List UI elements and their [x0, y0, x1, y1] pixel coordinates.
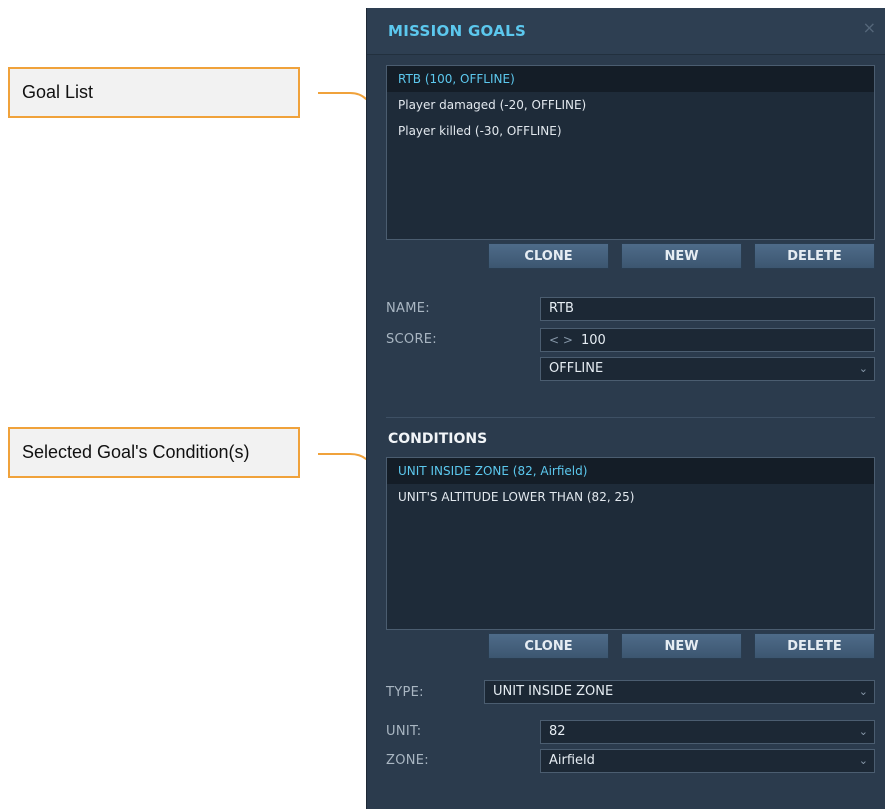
- score-mode-dropdown[interactable]: OFFLINE ⌄: [540, 357, 875, 381]
- score-mode-value: OFFLINE: [549, 361, 604, 376]
- zone-label: ZONE:: [386, 753, 429, 768]
- condition-delete-button[interactable]: DELETE: [754, 633, 875, 659]
- callout-goal-list: Goal List: [8, 67, 300, 118]
- goal-list-item[interactable]: Player damaged (-20, OFFLINE): [387, 92, 874, 118]
- zone-dropdown[interactable]: Airfield ⌄: [540, 749, 875, 773]
- goal-new-button[interactable]: NEW: [621, 243, 742, 269]
- condition-list-item[interactable]: UNIT'S ALTITUDE LOWER THAN (82, 25): [387, 484, 874, 510]
- conditions-heading: CONDITIONS: [388, 431, 488, 447]
- panel-titlebar: MISSION GOALS ×: [367, 8, 885, 55]
- name-label: NAME:: [386, 301, 430, 316]
- condition-list[interactable]: UNIT INSIDE ZONE (82, Airfield) UNIT'S A…: [386, 457, 875, 630]
- section-divider: [386, 417, 875, 418]
- zone-value: Airfield: [549, 753, 595, 768]
- callout-conditions-label: Selected Goal's Condition(s): [22, 442, 250, 462]
- score-stepper[interactable]: < > 100: [540, 328, 875, 352]
- goal-button-row: CLONE NEW DELETE: [488, 243, 875, 269]
- chevron-down-icon: ⌄: [858, 725, 868, 738]
- unit-label: UNIT:: [386, 724, 422, 739]
- condition-button-row: CLONE NEW DELETE: [488, 633, 875, 659]
- goal-list-item[interactable]: Player killed (-30, OFFLINE): [387, 118, 874, 144]
- condition-type-value: UNIT INSIDE ZONE: [493, 684, 614, 699]
- stepper-arrows-icon[interactable]: < >: [549, 333, 573, 347]
- chevron-down-icon: ⌄: [858, 362, 868, 375]
- unit-value: 82: [549, 724, 566, 739]
- goal-list-item[interactable]: RTB (100, OFFLINE): [387, 66, 874, 92]
- goal-clone-button[interactable]: CLONE: [488, 243, 609, 269]
- goal-delete-button[interactable]: DELETE: [754, 243, 875, 269]
- condition-type-dropdown[interactable]: UNIT INSIDE ZONE ⌄: [484, 680, 875, 704]
- unit-dropdown[interactable]: 82 ⌄: [540, 720, 875, 744]
- score-label: SCORE:: [386, 332, 437, 347]
- mission-goals-panel: MISSION GOALS × RTB (100, OFFLINE) Playe…: [366, 8, 885, 809]
- panel-title: MISSION GOALS: [388, 22, 527, 40]
- callout-conditions: Selected Goal's Condition(s): [8, 427, 300, 478]
- condition-new-button[interactable]: NEW: [621, 633, 742, 659]
- type-label: TYPE:: [386, 685, 424, 700]
- callout-goal-list-label: Goal List: [22, 82, 94, 102]
- chevron-down-icon: ⌄: [858, 685, 868, 698]
- score-value: 100: [580, 333, 606, 348]
- goal-name-input[interactable]: RTB: [540, 297, 875, 321]
- close-icon[interactable]: ×: [863, 18, 876, 37]
- goal-list[interactable]: RTB (100, OFFLINE) Player damaged (-20, …: [386, 65, 875, 240]
- condition-clone-button[interactable]: CLONE: [488, 633, 609, 659]
- condition-list-item[interactable]: UNIT INSIDE ZONE (82, Airfield): [387, 458, 874, 484]
- chevron-down-icon: ⌄: [858, 754, 868, 767]
